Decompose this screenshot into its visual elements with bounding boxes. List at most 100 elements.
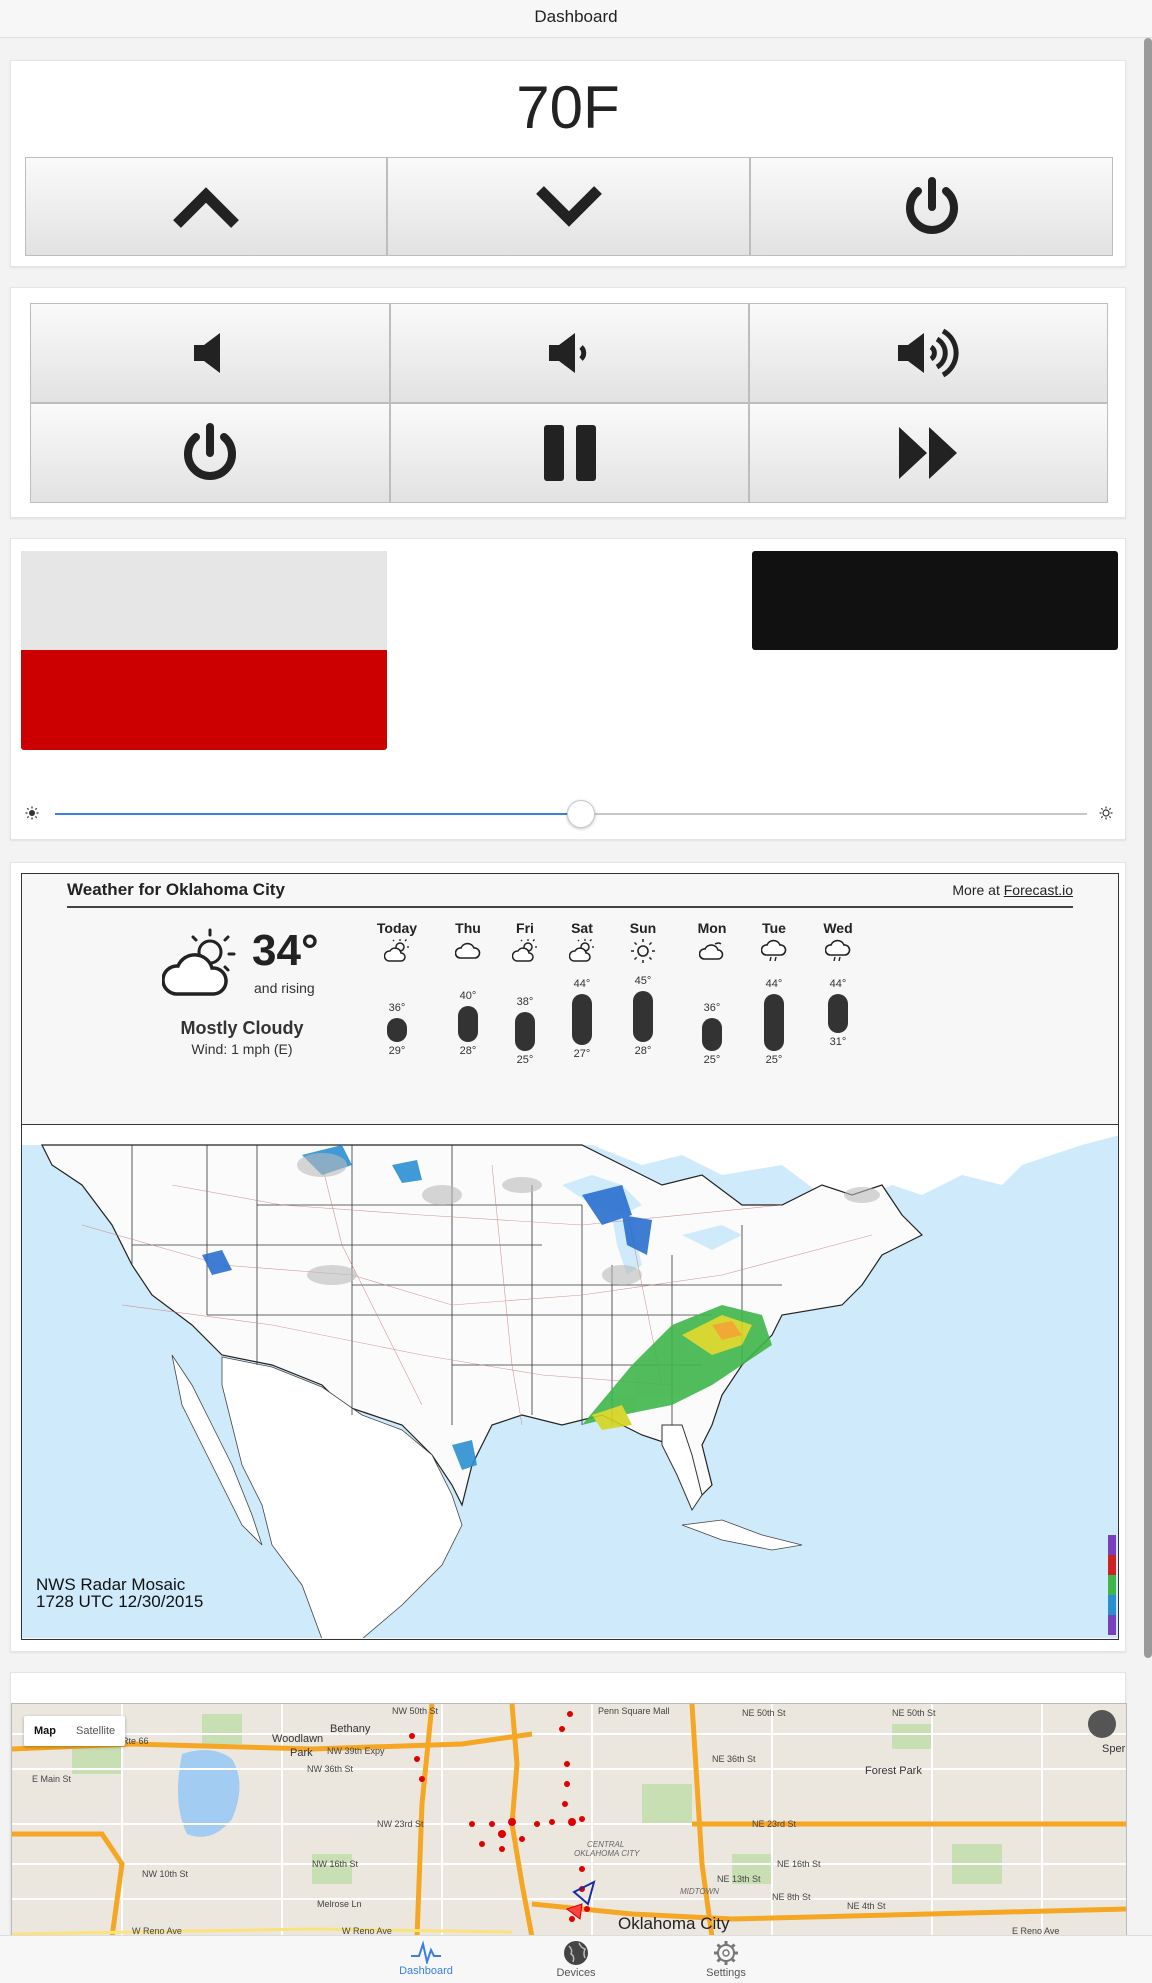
light-gray-swatch[interactable] [21, 551, 387, 650]
svg-text:NE 13th St: NE 13th St [717, 1874, 761, 1884]
svg-text:CENTRAL: CENTRAL [587, 1840, 624, 1849]
svg-text:NW 36th St: NW 36th St [307, 1764, 354, 1774]
svg-text:Oklahoma City: Oklahoma City [618, 1914, 730, 1933]
svg-text:Sper: Sper [1102, 1743, 1126, 1755]
svg-text:NW 23rd St: NW 23rd St [377, 1819, 424, 1829]
brightness-slider-thumb[interactable] [567, 800, 596, 828]
forecast-temp-range-bar [572, 994, 592, 1045]
tab-settings[interactable]: Settings [676, 1940, 776, 1979]
forecast-high: 38° [516, 996, 534, 1008]
volume-down-button[interactable] [390, 303, 749, 403]
weather-header: Weather for Oklahoma City More at Foreca… [67, 874, 1073, 908]
svg-text:Penn Square Mall: Penn Square Mall [598, 1706, 670, 1716]
forecast-low: 27° [573, 1048, 591, 1060]
light-card [10, 538, 1126, 840]
tab-settings-label: Settings [706, 1967, 746, 1979]
thermostat-power-button[interactable] [750, 157, 1113, 256]
fast-forward-icon [898, 427, 957, 479]
svg-text:NE 8th St: NE 8th St [772, 1892, 811, 1902]
svg-text:Forest Park: Forest Park [865, 1765, 922, 1777]
tab-devices[interactable]: Devices [526, 1940, 626, 1979]
page-title: Dashboard [534, 7, 618, 26]
forecast-day: Thu 40° 28° [438, 920, 498, 1080]
black-swatch[interactable] [752, 551, 1118, 650]
forecast-day: Wed 44° 31° [808, 920, 868, 1080]
svg-text:NE 23rd St: NE 23rd St [752, 1819, 797, 1829]
radar-map-image [22, 1125, 1118, 1638]
forecast-day: Tue 44° 25° [744, 920, 804, 1080]
bottom-tab-bar: Dashboard Devices Settings [0, 1935, 1152, 1983]
svg-text:Rte 66: Rte 66 [122, 1736, 149, 1746]
forecast-temp-range-bar [702, 1018, 722, 1051]
globe-icon [564, 1941, 588, 1965]
forecast-low: 25° [703, 1054, 721, 1066]
red-swatch[interactable] [21, 650, 387, 750]
forecast-high: 36° [388, 1002, 406, 1014]
svg-text:NE 50th St: NE 50th St [892, 1708, 936, 1718]
forecast-day-name: Mon [697, 920, 727, 936]
sunny-icon [630, 938, 656, 964]
forecast-low: 29° [388, 1045, 406, 1057]
forecast-day: Sun 45° 28° [613, 920, 673, 1080]
fast-forward-button[interactable] [749, 403, 1108, 503]
partly-cloudy-icon [162, 928, 236, 996]
weather-widget: Weather for Oklahoma City More at Foreca… [21, 873, 1119, 1640]
forecast-day-name: Tue [762, 920, 786, 936]
forecast-day-name: Sat [571, 920, 593, 936]
wind-cloud-icon [698, 938, 725, 964]
volume-low-icon [548, 333, 586, 373]
tab-dashboard[interactable]: Dashboard [376, 1940, 476, 1977]
forecast-io-link[interactable]: Forecast.io [1004, 882, 1073, 898]
svg-text:Bethany: Bethany [330, 1723, 371, 1735]
rain-cloud-icon [760, 938, 787, 964]
forecast-day: Sat 44° 27° [552, 920, 612, 1080]
gear-icon [714, 1941, 738, 1965]
radar-label: NWS Radar Mosaic 1728 UTC 12/30/2015 [36, 1575, 204, 1611]
svg-text:NW 39th Expy: NW 39th Expy [327, 1746, 385, 1756]
forecast-low: 28° [634, 1045, 652, 1057]
google-map[interactable]: NW 50th St NW 39th Expy NW 36th St NW 23… [11, 1703, 1127, 1936]
forecast-low: 25° [765, 1054, 783, 1066]
media-power-button[interactable] [30, 403, 390, 503]
brightness-high-icon [1099, 806, 1113, 820]
svg-text:NW 10th St: NW 10th St [142, 1869, 189, 1879]
temp-down-button[interactable] [387, 157, 750, 256]
radar-map: NWS Radar Mosaic 1728 UTC 12/30/2015 [22, 1124, 1118, 1638]
svg-text:NE 4th St: NE 4th St [847, 1901, 886, 1911]
weather-more-link: More at Forecast.io [952, 882, 1073, 898]
forecast-low: 31° [829, 1036, 847, 1048]
volume-high-icon [897, 328, 959, 378]
pause-icon [543, 425, 596, 481]
svg-text:NE 36th St: NE 36th St [712, 1754, 756, 1764]
svg-text:NE 50th St: NE 50th St [742, 1708, 786, 1718]
forecast-day-name: Sun [629, 920, 657, 936]
map-card: NW 50th St NW 39th Expy NW 36th St NW 23… [10, 1672, 1127, 1936]
forecast-temp-range-bar [458, 1006, 478, 1042]
forecast-day-name: Fri [516, 920, 534, 936]
weather-wind: Wind: 1 mph (E) [191, 1041, 293, 1057]
map-type-map[interactable]: Map [24, 1716, 66, 1746]
forecast-day: Fri 38° 25° [495, 920, 555, 1080]
forecast-day-name: Today [376, 920, 418, 936]
mute-button[interactable] [30, 303, 390, 403]
forecast-high: 44° [829, 978, 847, 990]
scrollbar[interactable] [1144, 38, 1152, 1658]
forecast-low: 28° [459, 1045, 477, 1057]
brightness-slider-fill [55, 813, 582, 815]
pause-button[interactable] [390, 403, 749, 503]
map-type-toggle: Map Satellite [24, 1716, 126, 1746]
top-bar: Dashboard [0, 0, 1152, 38]
forecast-high: 40° [459, 990, 477, 1002]
temp-up-button[interactable] [25, 157, 387, 256]
forecast-temp-range-bar [828, 994, 848, 1033]
svg-text:Melrose Ln: Melrose Ln [317, 1899, 362, 1909]
svg-text:Park: Park [290, 1747, 313, 1759]
map-type-satellite[interactable]: Satellite [66, 1716, 125, 1746]
svg-text:NW 16th St: NW 16th St [312, 1859, 359, 1869]
chevron-up-icon [173, 186, 239, 228]
volume-up-button[interactable] [749, 303, 1108, 403]
svg-text:OKLAHOMA CITY: OKLAHOMA CITY [574, 1849, 640, 1858]
brightness-low-icon [25, 806, 39, 820]
forecast-day-name: Thu [455, 920, 481, 936]
partly-cloudy-icon [383, 938, 410, 964]
